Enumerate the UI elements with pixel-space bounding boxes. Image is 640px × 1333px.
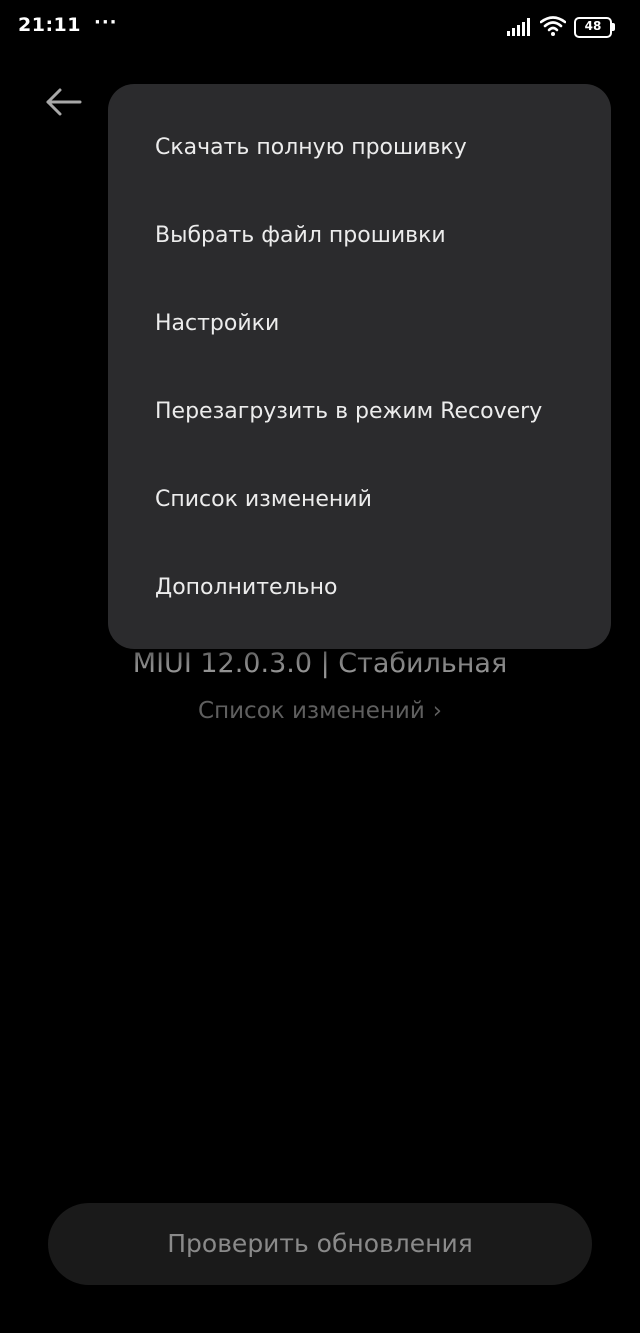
wifi-icon: [540, 16, 566, 36]
menu-item-additional[interactable]: Дополнительно: [108, 544, 611, 632]
version-title: MIUI 12.0.3.0 | Стабильная: [132, 648, 508, 679]
chevron-right-icon: ›: [432, 698, 442, 724]
overflow-menu: Скачать полную прошивку Выбрать файл про…: [108, 84, 611, 649]
status-bar: 21:11 ··· 48: [0, 0, 640, 56]
menu-item-reboot-recovery[interactable]: Перезагрузить в режим Recovery: [108, 368, 611, 456]
arrow-left-icon[interactable]: [40, 82, 88, 122]
changelog-link[interactable]: Список изменений ›: [0, 698, 640, 724]
menu-item-download-full-firmware[interactable]: Скачать полную прошивку: [108, 104, 611, 192]
menu-item-changelog[interactable]: Список изменений: [108, 456, 611, 544]
menu-item-settings[interactable]: Настройки: [108, 280, 611, 368]
signal-icon: [507, 18, 530, 36]
status-time: 21:11: [18, 14, 81, 36]
changelog-link-label: Список изменений: [198, 698, 425, 724]
battery-icon: 48: [574, 17, 616, 38]
menu-item-choose-firmware-file[interactable]: Выбрать файл прошивки: [108, 192, 611, 280]
more-notifications-icon: ···: [94, 12, 118, 33]
battery-level: 48: [584, 19, 602, 33]
check-updates-button[interactable]: Проверить обновления: [48, 1203, 592, 1285]
